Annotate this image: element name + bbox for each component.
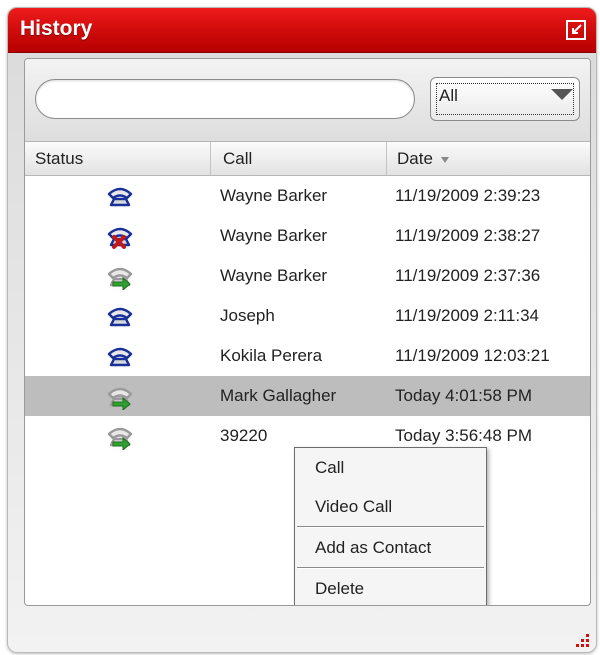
call-name: Joseph [220,306,275,325]
call-list: Wayne Barker 11/19/2009 2:39:23 Wayne Bark… [25,176,590,456]
search-input[interactable] [35,79,415,119]
resize-dots [576,634,589,647]
column-status-label: Status [35,149,84,168]
table-row[interactable]: Kokila Perera 11/19/2009 12:03:21 [25,336,590,376]
table-row[interactable]: Wayne Barker 11/19/2009 2:39:23 [25,176,590,216]
call-date: 11/19/2009 12:03:21 [395,346,550,365]
outgoing-call-icon [105,342,135,370]
window-title: History [20,17,93,40]
column-call[interactable]: Call [210,142,386,175]
call-name: 39220 [220,426,268,445]
incoming-call-icon [105,422,135,452]
missed-call-icon [105,222,135,250]
filter-value: All [439,86,458,105]
popout-button[interactable] [566,20,586,40]
search-bar: All [25,59,590,142]
sort-descending-icon [440,156,449,163]
context-menu: CallVideo CallAdd as ContactDeleteDelete… [294,447,487,605]
call-date: Today 3:56:48 PM [395,426,533,445]
history-panel: All Status Call Date Wayne Barker 11/19/2… [24,58,591,606]
call-date: 11/19/2009 2:39:23 [395,186,541,205]
chevron-down-icon [551,89,573,100]
call-name: Wayne Barker [220,226,328,245]
resize-grip-icon[interactable] [574,632,590,648]
call-date: 11/19/2009 2:37:36 [395,266,541,285]
table-row[interactable]: Mark Gallagher Today 4:01:58 PM [25,376,590,416]
call-date: Today 4:01:58 PM [395,386,533,405]
call-name: Kokila Perera [220,346,323,365]
column-status[interactable]: Status [25,142,210,175]
call-name: Mark Gallagher [220,386,337,405]
call-date: 11/19/2009 2:38:27 [395,226,541,245]
filter-dropdown[interactable]: All [430,77,580,121]
column-call-label: Call [223,149,253,168]
incoming-call-icon [105,382,135,412]
menu-item-video-call[interactable]: Video Call [295,487,486,526]
title-bar[interactable]: History [8,8,596,53]
call-name: Wayne Barker [220,186,328,205]
table-row[interactable]: Joseph 11/19/2009 2:11:34 [25,296,590,336]
menu-item-call[interactable]: Call [295,448,486,487]
menu-item-add-as-contact[interactable]: Add as Contact [295,528,486,567]
table-row[interactable]: Wayne Barker 11/19/2009 2:38:27 [25,216,590,256]
column-date[interactable]: Date [386,142,590,175]
column-date-label: Date [397,149,433,168]
menu-item-delete[interactable]: Delete [295,569,486,605]
outgoing-call-icon [105,302,135,330]
popout-icon [566,20,586,40]
call-date: 11/19/2009 2:11:34 [395,306,540,325]
incoming-call-icon [105,262,135,292]
outgoing-call-icon [105,182,135,210]
history-window: History All Status Call Date Wayne Barke… [7,7,597,653]
call-name: Wayne Barker [220,266,328,285]
table-row[interactable]: Wayne Barker 11/19/2009 2:37:36 [25,256,590,296]
column-header: Status Call Date [25,142,590,176]
